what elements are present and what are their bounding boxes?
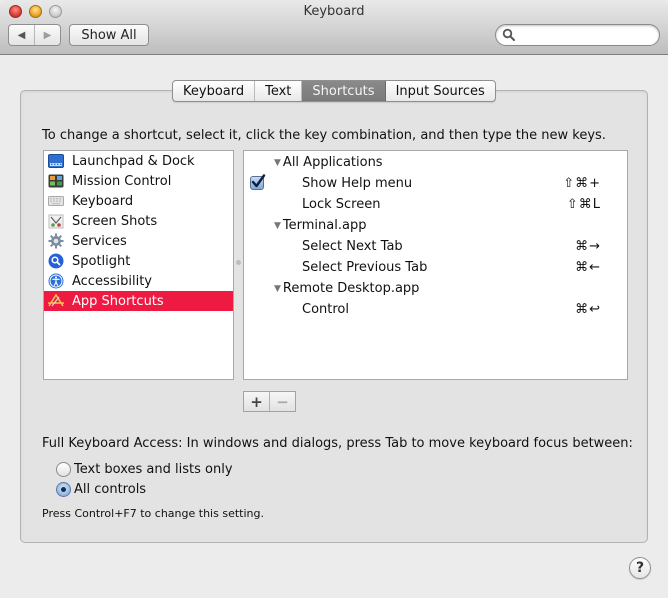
group-label: Terminal.app	[282, 218, 367, 233]
navigation-buttons: ◀ ▶	[8, 24, 61, 46]
back-button[interactable]: ◀	[9, 25, 35, 45]
category-accessibility[interactable]: Accessibility	[44, 271, 233, 291]
shortcut-group[interactable]: ▼ All Applications	[244, 152, 627, 173]
shortcut-label: Select Next Tab	[302, 239, 403, 254]
search-input[interactable]	[518, 27, 654, 43]
disclosure-triangle-icon[interactable]: ▼	[274, 284, 281, 294]
chevron-right-icon: ▶	[43, 29, 52, 41]
shortcut-group[interactable]: ▼ Remote Desktop.app	[244, 278, 627, 299]
app-store-icon	[47, 293, 65, 309]
window-title: Keyboard	[303, 4, 365, 19]
shortcut-key-combination[interactable]: ⌘↩	[575, 302, 601, 317]
shortcuts-list[interactable]: ▼ All Applications Show Help menu ⇧⌘+ Lock S…	[243, 150, 628, 380]
shortcut-label: Show Help menu	[302, 176, 413, 191]
shortcut-item[interactable]: Control ⌘↩	[244, 299, 627, 320]
category-label: Launchpad & Dock	[72, 153, 195, 169]
chevron-left-icon: ◀	[17, 29, 26, 41]
shortcut-group[interactable]: ▼ Terminal.app	[244, 215, 627, 236]
radio-all-controls[interactable]: All controls	[56, 480, 146, 498]
tab-keyboard[interactable]: Keyboard	[173, 81, 256, 101]
forward-button[interactable]: ▶	[35, 25, 60, 45]
shortcut-key-combination[interactable]: ⌘←	[575, 260, 601, 275]
gear-icon	[47, 233, 65, 249]
disclosure-triangle-icon[interactable]: ▼	[274, 221, 281, 231]
category-label: Keyboard	[72, 193, 134, 209]
category-label: Screen Shots	[72, 213, 158, 229]
add-remove-buttons: + −	[243, 391, 296, 412]
launchpad-dock-icon	[47, 153, 65, 169]
shortcut-key-combination[interactable]: ⇧⌘+	[563, 176, 601, 191]
shortcut-label: Control	[302, 302, 349, 317]
shortcut-item[interactable]: Show Help menu ⇧⌘+	[244, 173, 627, 194]
radio-text-boxes-only[interactable]: Text boxes and lists only	[56, 460, 233, 478]
search-field[interactable]	[495, 24, 660, 46]
group-label: All Applications	[282, 155, 383, 170]
help-button[interactable]: ?	[629, 557, 651, 579]
question-mark-icon: ?	[635, 560, 645, 576]
mission-control-icon	[47, 173, 65, 189]
radio-button[interactable]	[56, 481, 71, 497]
keyboard-icon	[47, 193, 65, 209]
enable-checkbox[interactable]	[250, 174, 266, 190]
accessibility-icon	[47, 273, 65, 289]
split-view-divider[interactable]	[234, 150, 243, 380]
category-app-shortcuts[interactable]: App Shortcuts	[44, 291, 233, 311]
disclosure-triangle-icon[interactable]: ▼	[274, 158, 281, 168]
show-all-button[interactable]: Show All	[69, 24, 149, 46]
keyboard-access-hint: Press Control+F7 to change this setting.	[42, 507, 264, 520]
title-bar: Keyboard ◀ ▶ Show All	[0, 0, 668, 55]
category-label: Spotlight	[72, 253, 131, 269]
instructions-text: To change a shortcut, select it, click t…	[42, 128, 606, 143]
radio-label: All controls	[74, 481, 147, 497]
add-shortcut-button[interactable]: +	[244, 392, 270, 411]
category-list[interactable]: Launchpad & Dock Mission Control Keyboard S…	[43, 150, 234, 380]
spotlight-icon	[47, 253, 65, 269]
category-services[interactable]: Services	[44, 231, 233, 251]
category-label: Mission Control	[72, 173, 172, 189]
shortcut-label: Select Previous Tab	[302, 260, 428, 275]
category-label: Services	[72, 233, 127, 249]
shortcut-item[interactable]: Lock Screen ⇧⌘L	[244, 194, 627, 215]
category-mission-control[interactable]: Mission Control	[44, 171, 233, 191]
radio-label: Text boxes and lists only	[74, 461, 233, 477]
category-launchpad-dock[interactable]: Launchpad & Dock	[44, 151, 233, 171]
shortcut-key-combination[interactable]: ⌘→	[575, 239, 601, 254]
shortcut-key-combination[interactable]: ⇧⌘L	[567, 197, 601, 212]
shortcut-item[interactable]: Select Previous Tab ⌘←	[244, 257, 627, 278]
keyboard-preferences-window: Keyboard ◀ ▶ Show All Keyboard Text Shortc…	[0, 0, 668, 598]
tab-input-sources[interactable]: Input Sources	[386, 81, 495, 101]
category-label: Accessibility	[72, 273, 152, 289]
shortcut-label: Lock Screen	[302, 197, 381, 212]
checkmark-icon	[251, 174, 266, 188]
category-label: App Shortcuts	[72, 293, 164, 309]
splitter-handle-icon	[236, 260, 241, 265]
group-label: Remote Desktop.app	[282, 281, 420, 296]
tab-bar: Keyboard Text Shortcuts Input Sources	[172, 80, 496, 102]
search-icon	[502, 28, 515, 41]
remove-shortcut-button[interactable]: −	[270, 392, 295, 411]
shortcut-item[interactable]: Select Next Tab ⌘→	[244, 236, 627, 257]
category-spotlight[interactable]: Spotlight	[44, 251, 233, 271]
category-keyboard[interactable]: Keyboard	[44, 191, 233, 211]
radio-button[interactable]	[56, 461, 71, 477]
category-screen-shots[interactable]: Screen Shots	[44, 211, 233, 231]
tab-text[interactable]: Text	[255, 81, 303, 101]
full-keyboard-access-label: Full Keyboard Access: In windows and dia…	[42, 436, 633, 451]
screenshot-icon	[47, 213, 65, 229]
tab-shortcuts[interactable]: Shortcuts	[302, 81, 386, 101]
